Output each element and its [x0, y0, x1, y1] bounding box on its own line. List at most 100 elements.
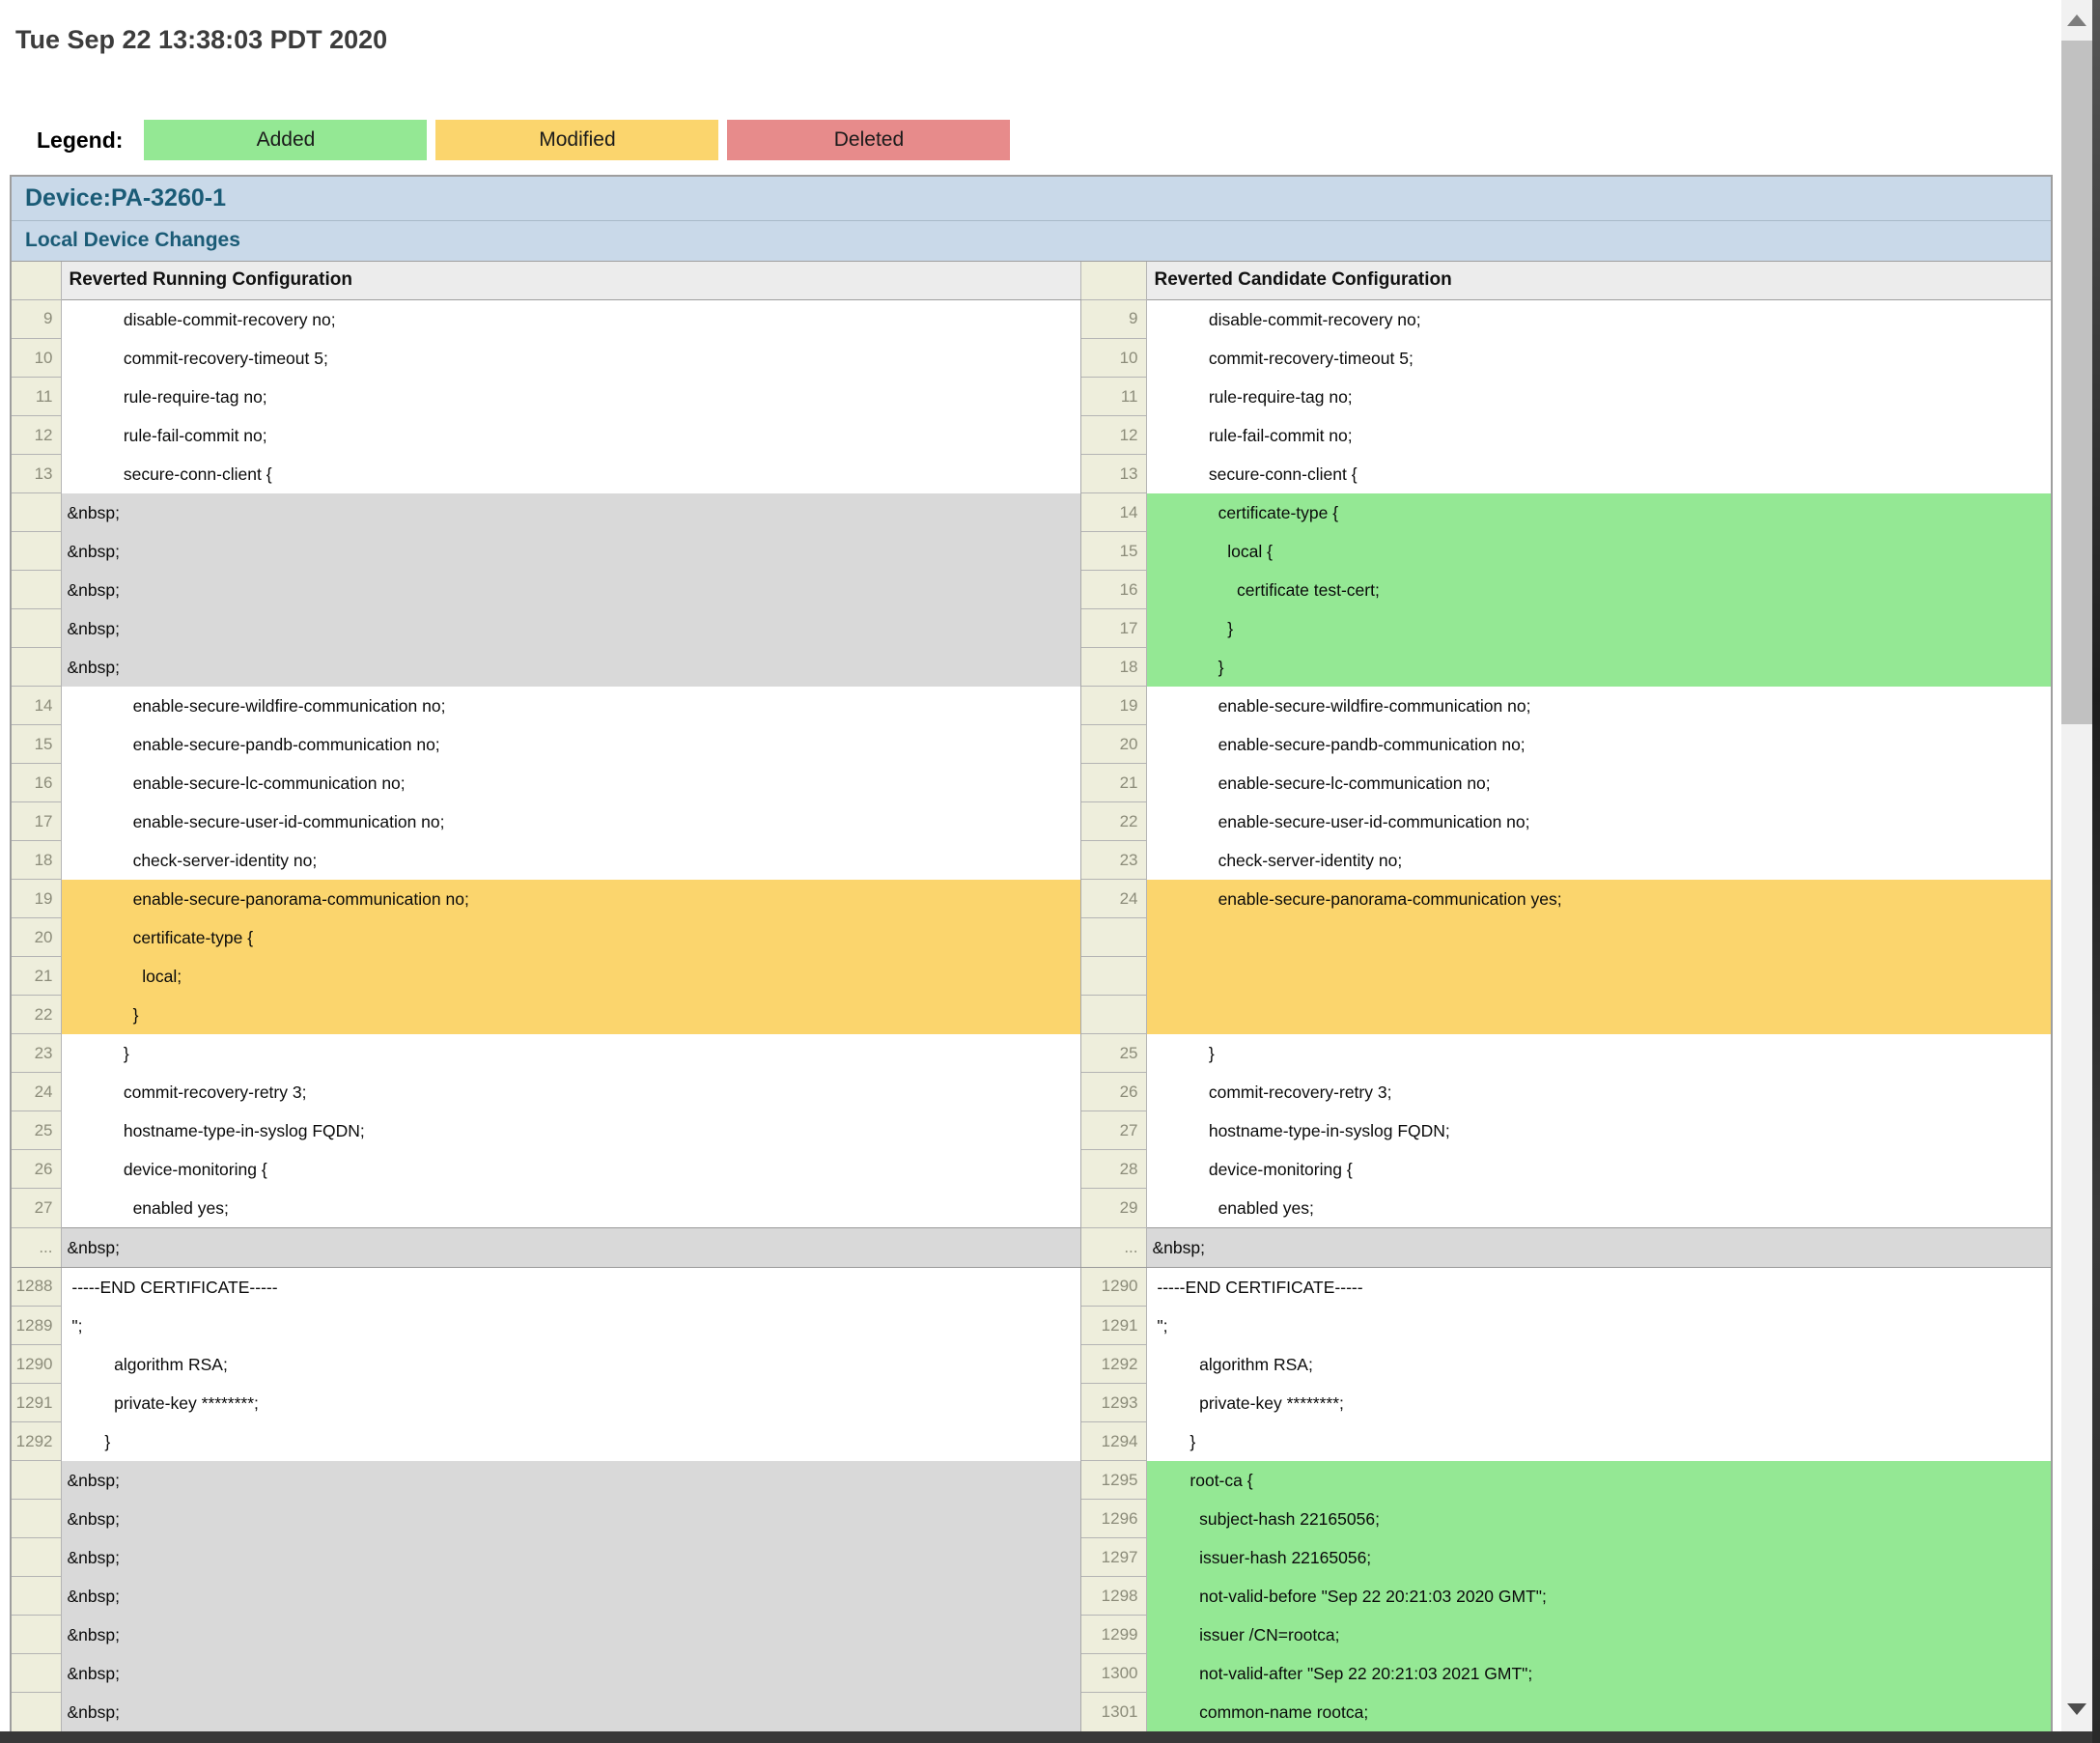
left-line-number: 9 [11, 299, 61, 339]
left-line-number: 21 [11, 957, 61, 996]
left-config-line: } [61, 996, 1080, 1034]
diff-row: 18 check-server-identity no;23 check-ser… [11, 841, 2052, 880]
left-line-number: 1290 [11, 1345, 61, 1384]
scroll-down-button[interactable] [2061, 1689, 2092, 1729]
right-config-line: &nbsp; [1146, 1227, 2052, 1267]
left-config-line: } [61, 1422, 1080, 1461]
left-config-line: &nbsp; [61, 1461, 1080, 1500]
diff-row: &nbsp;17 } [11, 609, 2052, 648]
left-config-line: &nbsp; [61, 1500, 1080, 1538]
right-config-line: enabled yes; [1146, 1189, 2052, 1228]
right-line-number: 25 [1080, 1034, 1146, 1073]
right-line-number: 1295 [1080, 1461, 1146, 1500]
left-config-line: enable-secure-wildfire-communication no; [61, 687, 1080, 725]
left-line-number: 22 [11, 996, 61, 1034]
page-title: Tue Sep 22 13:38:03 PDT 2020 [15, 25, 387, 55]
diff-row: 23 }25 } [11, 1034, 2052, 1073]
diff-row: &nbsp;1296 subject-hash 22165056; [11, 1500, 2052, 1538]
diff-row: &nbsp;18 } [11, 648, 2052, 687]
diff-row: 1289 ";1291 "; [11, 1307, 2052, 1345]
left-gutter-header [11, 261, 61, 299]
right-line-number: 27 [1080, 1111, 1146, 1150]
scroll-up-button[interactable] [2061, 0, 2092, 41]
left-config-line: } [61, 1034, 1080, 1073]
diff-row: 16 enable-secure-lc-communication no;21 … [11, 764, 2052, 802]
right-config-line: enable-secure-lc-communication no; [1146, 764, 2052, 802]
diff-row: 1288 -----END CERTIFICATE-----1290 -----… [11, 1267, 2052, 1307]
left-config-line: enable-secure-panorama-communication no; [61, 880, 1080, 918]
left-config-line: &nbsp; [61, 1654, 1080, 1693]
diff-row: 14 enable-secure-wildfire-communication … [11, 687, 2052, 725]
right-line-number: 1291 [1080, 1307, 1146, 1345]
right-config-line: } [1146, 648, 2052, 687]
left-column-header: Reverted Running Configuration [61, 261, 1080, 299]
right-line-number: 1300 [1080, 1654, 1146, 1693]
legend-deleted-box: Deleted [727, 120, 1010, 160]
left-line-number [11, 1538, 61, 1577]
right-line-number: 24 [1080, 880, 1146, 918]
right-config-line: } [1146, 609, 2052, 648]
right-line-number: 21 [1080, 764, 1146, 802]
left-line-number [11, 1616, 61, 1654]
left-config-line: algorithm RSA; [61, 1345, 1080, 1384]
left-config-line: "; [61, 1307, 1080, 1345]
left-line-number: 20 [11, 918, 61, 957]
diff-row: 1292 }1294 } [11, 1422, 2052, 1461]
left-line-number: 1291 [11, 1384, 61, 1422]
screen-right-edge [2092, 0, 2100, 1743]
left-line-number [11, 648, 61, 687]
diff-row: &nbsp;16 certificate test-cert; [11, 571, 2052, 609]
scrollbar-thumb[interactable] [2061, 41, 2092, 724]
diff-row: 21 local; [11, 957, 2052, 996]
right-config-line: rule-fail-commit no; [1146, 416, 2052, 455]
left-config-line: private-key ********; [61, 1384, 1080, 1422]
right-config-line: enable-secure-pandb-communication no; [1146, 725, 2052, 764]
right-line-number: 22 [1080, 802, 1146, 841]
right-line-number: ... [1080, 1227, 1146, 1267]
right-line-number: 20 [1080, 725, 1146, 764]
right-config-line: certificate test-cert; [1146, 571, 2052, 609]
left-config-line: &nbsp; [61, 571, 1080, 609]
right-config-line: algorithm RSA; [1146, 1345, 2052, 1384]
left-line-number: 26 [11, 1150, 61, 1189]
diff-row: 26 device-monitoring {28 device-monitori… [11, 1150, 2052, 1189]
diff-row: 12 rule-fail-commit no;12 rule-fail-comm… [11, 416, 2052, 455]
diff-row: 17 enable-secure-user-id-communication n… [11, 802, 2052, 841]
right-config-line: issuer /CN=rootca; [1146, 1616, 2052, 1654]
diff-row: ...&nbsp;...&nbsp; [11, 1227, 2052, 1267]
right-config-line [1146, 957, 2052, 996]
right-config-line: commit-recovery-timeout 5; [1146, 339, 2052, 378]
right-line-number: 1299 [1080, 1616, 1146, 1654]
right-config-line: not-valid-after "Sep 22 20:21:03 2021 GM… [1146, 1654, 2052, 1693]
right-line-number: 10 [1080, 339, 1146, 378]
right-config-line: } [1146, 1034, 2052, 1073]
vertical-scrollbar[interactable] [2061, 0, 2092, 1743]
right-line-number: 12 [1080, 416, 1146, 455]
legend: Legend: AddedModifiedDeleted [37, 120, 1019, 160]
left-line-number [11, 532, 61, 571]
left-line-number: 1292 [11, 1422, 61, 1461]
left-config-line: &nbsp; [61, 532, 1080, 571]
left-config-line: &nbsp; [61, 1577, 1080, 1616]
left-line-number: 11 [11, 378, 61, 416]
right-config-line: secure-conn-client { [1146, 455, 2052, 493]
left-line-number: 1289 [11, 1307, 61, 1345]
left-line-number: 14 [11, 687, 61, 725]
right-line-number: 13 [1080, 455, 1146, 493]
left-line-number: 27 [11, 1189, 61, 1228]
right-config-line: -----END CERTIFICATE----- [1146, 1267, 2052, 1307]
legend-added-box: Added [144, 120, 427, 160]
right-config-line: enable-secure-panorama-communication yes… [1146, 880, 2052, 918]
right-line-number: 1292 [1080, 1345, 1146, 1384]
right-config-line: private-key ********; [1146, 1384, 2052, 1422]
left-config-line: &nbsp; [61, 493, 1080, 532]
right-config-line: root-ca { [1146, 1461, 2052, 1500]
right-config-line: enable-secure-wildfire-communication no; [1146, 687, 2052, 725]
left-line-number [11, 1500, 61, 1538]
diff-row: 19 enable-secure-panorama-communication … [11, 880, 2052, 918]
diff-row: &nbsp;15 local { [11, 532, 2052, 571]
diff-row: &nbsp;1295 root-ca { [11, 1461, 2052, 1500]
left-config-line: -----END CERTIFICATE----- [61, 1267, 1080, 1307]
right-line-number [1080, 996, 1146, 1034]
scroll-down-icon [2067, 1703, 2086, 1715]
